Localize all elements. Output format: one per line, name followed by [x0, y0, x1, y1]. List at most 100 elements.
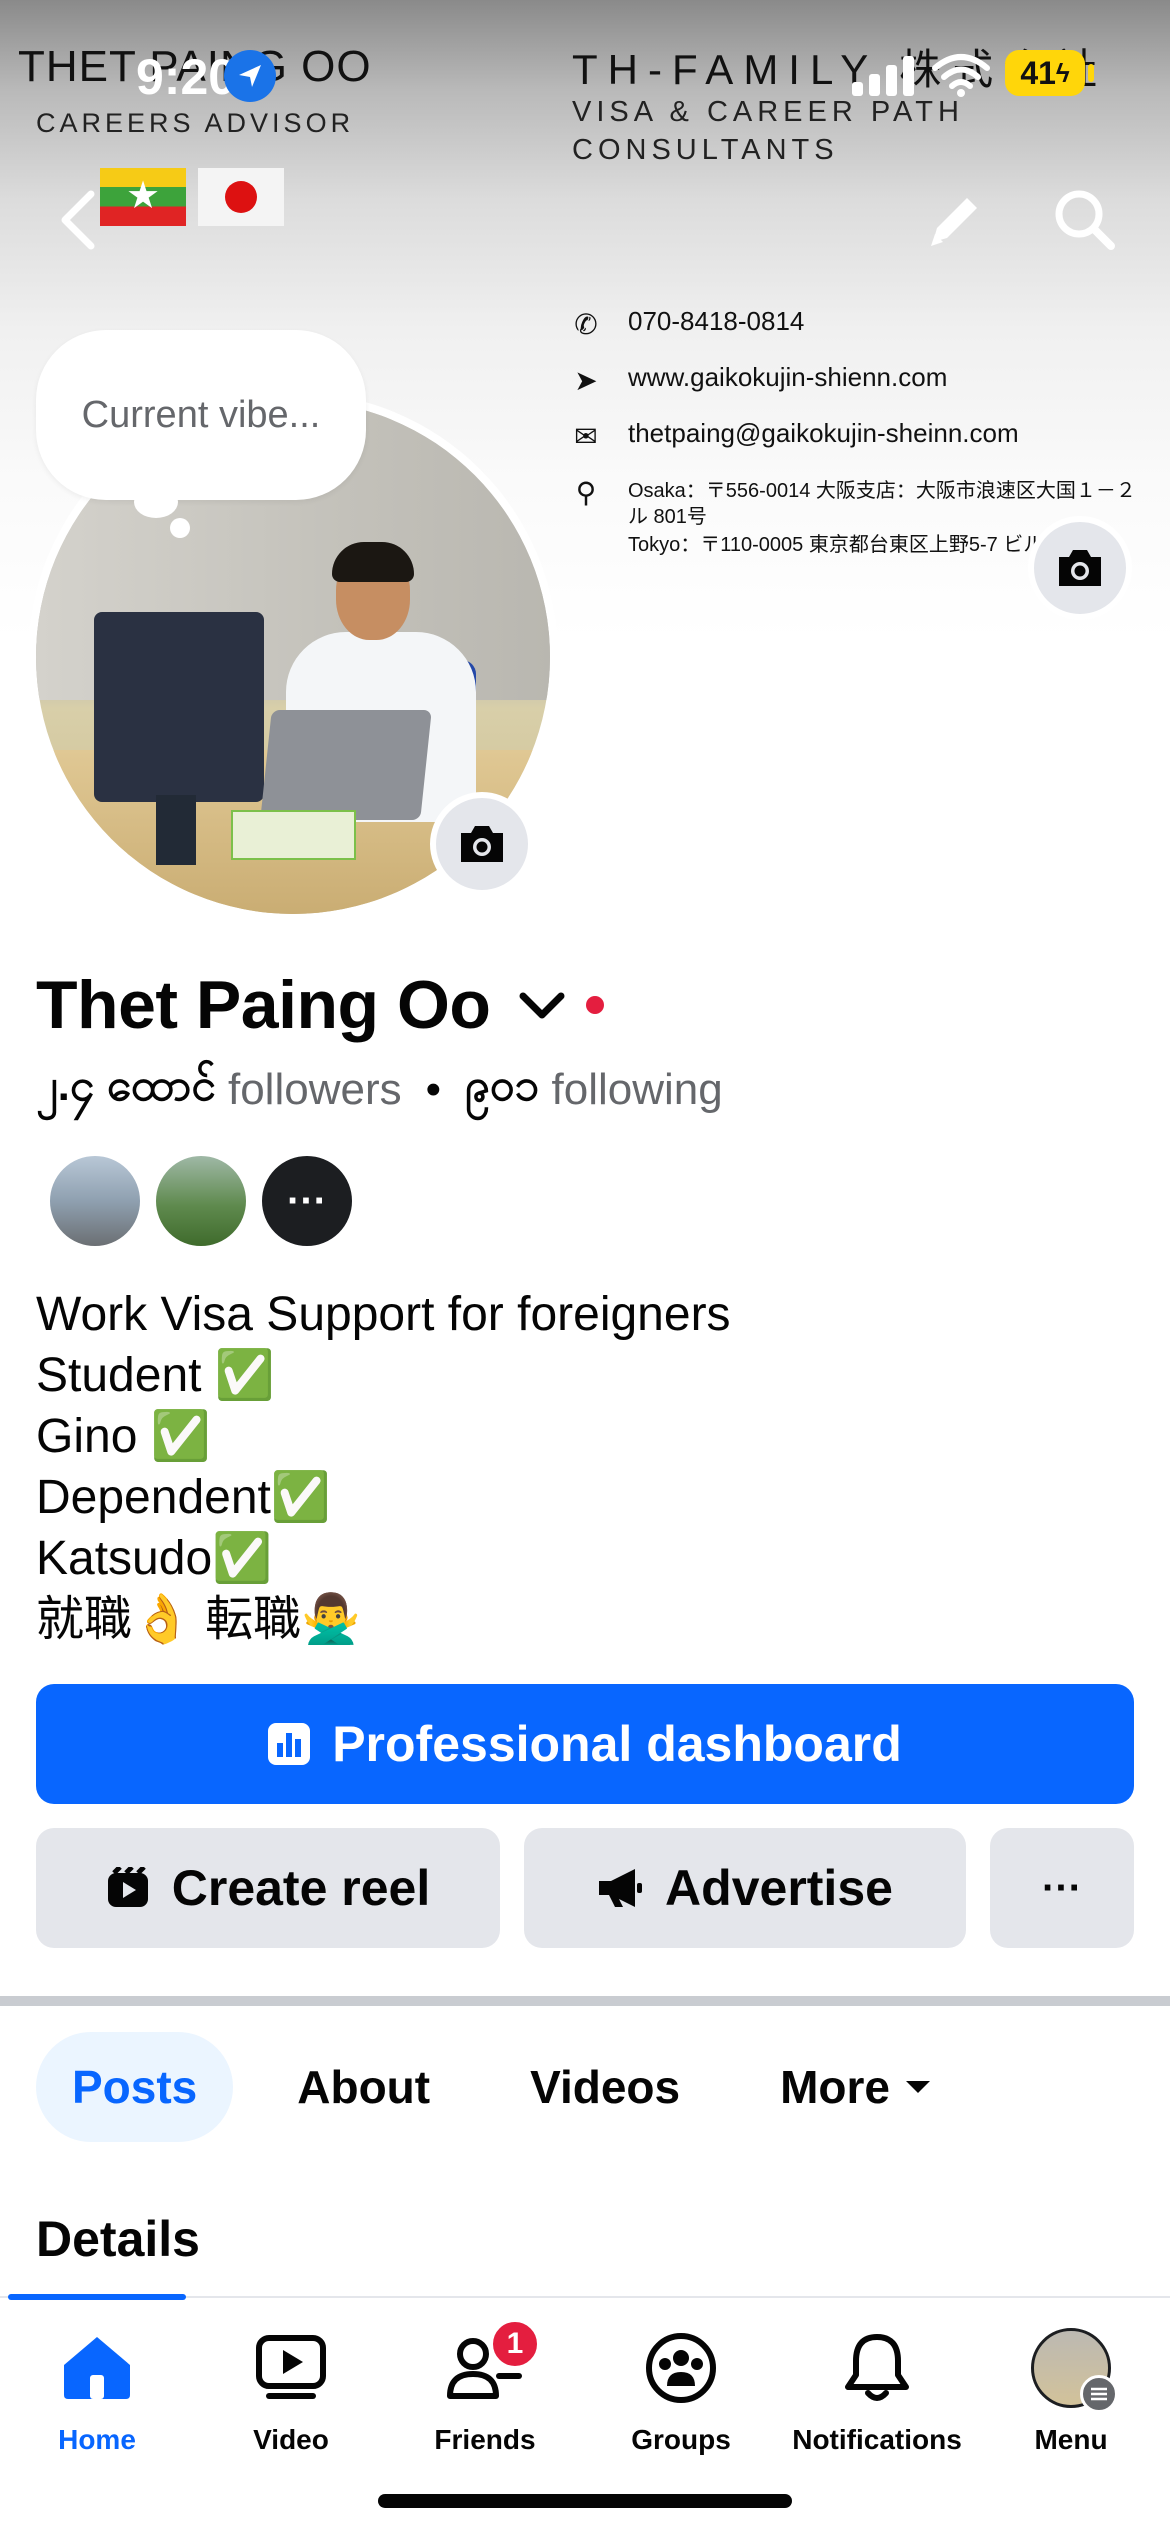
nav-menu[interactable]: Menu	[976, 2328, 1166, 2468]
tab-about-label: About	[297, 2061, 431, 2113]
bio-line: Gino ✅	[36, 1410, 211, 1463]
vibe-bubble-tail	[134, 486, 178, 518]
battery-cap	[1088, 64, 1094, 82]
tab-posts-label: Posts	[72, 2061, 198, 2113]
nav-video[interactable]: Video	[196, 2328, 386, 2468]
more-friends-avatar[interactable]: ···	[258, 1152, 356, 1250]
bio-line: Dependent✅	[36, 1471, 331, 1524]
location-pin-icon: ⚲	[575, 477, 597, 508]
tab-more[interactable]: More	[744, 2032, 968, 2142]
professional-dashboard-label: Professional dashboard	[332, 1716, 902, 1772]
nav-groups-label: Groups	[631, 2424, 731, 2455]
caret-down-icon	[906, 2081, 931, 2093]
nav-notifications[interactable]: Notifications	[782, 2328, 972, 2468]
cover-address-osaka: Osaka：〒556-0014 大阪支店：大阪市浪速区大国１－２	[628, 480, 1136, 502]
bio-line: 就職👌 転職🙅‍♂️	[36, 1593, 361, 1646]
ellipsis-icon: ···	[1042, 1865, 1082, 1910]
section-divider	[0, 1996, 1170, 2006]
cover-phone-text: 070-8418-0814	[628, 306, 805, 336]
profile-name: Thet Paing Oo	[36, 967, 491, 1043]
camera-icon	[461, 826, 503, 862]
dashboard-chart-icon	[268, 1723, 311, 1765]
followers-count[interactable]: ၂.၄ ထောင်	[36, 1058, 216, 1122]
nav-notifications-label: Notifications	[792, 2424, 962, 2455]
edit-profile-button[interactable]	[905, 170, 1005, 270]
edit-profile-picture-button[interactable]	[430, 792, 534, 896]
chevron-left-icon	[61, 190, 95, 250]
battery-indicator: 41 ϟ	[1005, 50, 1085, 96]
friends-icon: 1	[445, 2318, 541, 2408]
video-icon	[251, 2328, 331, 2408]
details-heading: Details	[36, 2211, 200, 2267]
bio-line: Student ✅	[36, 1349, 275, 1402]
menu-avatar-wrap	[1031, 2328, 1118, 2413]
create-reel-label: Create reel	[171, 1860, 431, 1916]
cover-address-tokyo: Tokyo：〒110-0005 東京都台東区上野5-7 ビル	[628, 534, 1044, 556]
phone-icon: ✆	[574, 309, 598, 340]
edit-cover-photo-button[interactable]	[1028, 516, 1132, 620]
nav-home-label: Home	[58, 2424, 136, 2455]
tab-videos-label: Videos	[530, 2061, 681, 2113]
nav-friends-label: Friends	[434, 2424, 536, 2455]
groups-icon	[641, 2328, 721, 2408]
following-count[interactable]: ၉၀၁	[465, 1058, 539, 1122]
cover-website-text: www.gaikokujin-shienn.com	[628, 362, 948, 392]
followers-label[interactable]: followers	[228, 1065, 402, 1115]
nav-home[interactable]: Home	[2, 2328, 192, 2468]
stats-separator: •	[425, 1065, 442, 1114]
search-button[interactable]	[1035, 170, 1135, 270]
tab-videos[interactable]: Videos	[494, 2032, 716, 2142]
nav-friends[interactable]: 1 Friends	[390, 2318, 580, 2468]
vibe-bubble-tail-small	[170, 518, 190, 538]
wifi-icon	[932, 54, 990, 97]
bio-line: Katsudo✅	[36, 1532, 272, 1585]
more-friends-icon: ···	[287, 1178, 327, 1223]
friends-badge: 1	[489, 2318, 541, 2370]
home-icon	[57, 2328, 137, 2408]
mutual-friends-row[interactable]: ···	[46, 1152, 364, 1250]
pencil-icon	[931, 198, 977, 246]
tab-about[interactable]: About	[261, 2032, 466, 2142]
home-indicator	[378, 2494, 792, 2508]
profile-bio: Work Visa Support for foreigners Student…	[36, 1284, 1136, 1650]
mail-icon: ✉	[574, 421, 598, 452]
cover-address-osaka-2: ル 801号	[628, 506, 707, 528]
camera-icon	[1059, 550, 1101, 586]
location-arrow-icon	[224, 50, 276, 102]
bio-line: Work Visa Support for foreigners	[36, 1288, 731, 1341]
switch-profile-button[interactable]	[512, 975, 572, 1035]
japan-flag-icon	[198, 168, 284, 226]
nav-menu-label: Menu	[1034, 2424, 1108, 2455]
charging-bolt-icon: ϟ	[1055, 57, 1070, 88]
profile-tabs: Posts About Videos More	[36, 2032, 996, 2142]
megaphone-icon	[599, 1869, 643, 1907]
advertise-label: Advertise	[665, 1860, 893, 1916]
professional-dashboard-button[interactable]: Professional dashboard	[36, 1684, 1134, 1804]
more-options-button[interactable]: ···	[990, 1828, 1134, 1948]
tab-posts[interactable]: Posts	[36, 2032, 234, 2142]
cellular-signal-icon	[852, 54, 916, 96]
status-bar: 9:20 41 ϟ	[0, 0, 1170, 140]
tab-more-label: More	[780, 2061, 891, 2113]
bell-icon	[837, 2328, 917, 2408]
advertise-button[interactable]: Advertise	[524, 1828, 966, 1948]
current-vibe-placeholder: Current vibe...	[81, 393, 321, 436]
current-vibe-bubble[interactable]: Current vibe...	[36, 330, 366, 500]
following-label[interactable]: following	[552, 1065, 723, 1115]
notification-dot	[586, 996, 605, 1014]
cursor-icon: ➤	[574, 365, 598, 396]
hamburger-icon	[1080, 2375, 1118, 2413]
back-button[interactable]	[28, 170, 128, 270]
chevron-down-icon	[519, 992, 565, 1019]
profile-stats: ၂.၄ ထောင် followers • ၉၀၁ following	[36, 1058, 723, 1122]
nav-video-label: Video	[253, 2424, 329, 2455]
create-reel-button[interactable]: Create reel	[36, 1828, 500, 1948]
nav-groups[interactable]: Groups	[586, 2328, 776, 2468]
status-time: 9:20	[136, 49, 237, 105]
friend-avatar[interactable]	[152, 1152, 250, 1250]
menu-avatar	[1031, 2328, 1118, 2413]
reel-icon	[107, 1867, 148, 1907]
battery-level: 41	[1020, 54, 1056, 91]
friend-avatar[interactable]	[46, 1152, 144, 1250]
cover-email-text: thetpaing@gaikokujin-sheinn.com	[628, 418, 1019, 448]
